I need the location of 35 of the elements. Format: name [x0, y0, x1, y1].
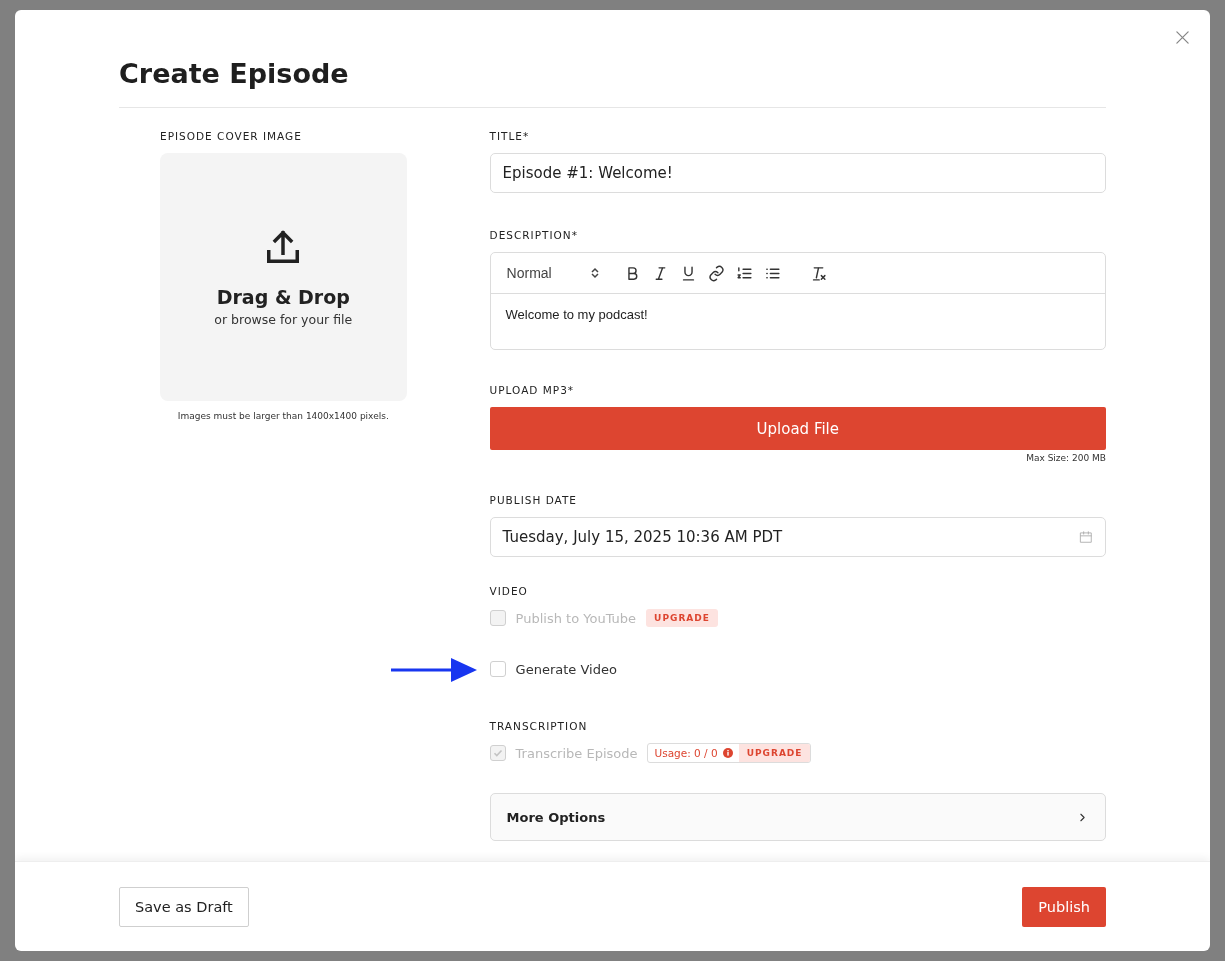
more-options-button[interactable]: More Options — [489, 793, 1106, 841]
dialog-title: Create Episode — [119, 10, 1106, 108]
save-draft-button[interactable]: Save as Draft — [119, 886, 249, 927]
drop-subtext: or browse for your file — [214, 311, 353, 327]
field-label: DESCRIPTION* — [489, 229, 579, 241]
date-field[interactable]: Tuesday, July 15, 2025 10:36 AM PDT — [489, 517, 1106, 557]
checkmark-icon — [492, 748, 503, 758]
description-editor[interactable]: Normal Welcome to my podcast! — [489, 252, 1106, 350]
field-label: PUBLISH DATE — [489, 494, 578, 506]
checkbox-label: Transcribe Episode — [515, 745, 638, 761]
checkbox[interactable] — [489, 661, 506, 677]
section-label: TRANSCRIPTION — [489, 720, 589, 732]
calendar-icon — [1079, 530, 1093, 544]
drop-heading: Drag & Drop — [216, 285, 350, 308]
link-icon — [707, 264, 725, 282]
field-label: TITLE* — [489, 130, 531, 142]
field-label: UPLOAD MP3* — [489, 384, 576, 396]
field-label: EPISODE COVER IMAGE — [160, 130, 303, 142]
usage-text: Usage: 0 / 0 — [648, 747, 739, 759]
image-size-note: Images must be larger than 1400x1400 pixels. — [176, 411, 390, 421]
section-label: VIDEO — [489, 585, 529, 597]
description-text: Welcome to my podcast! — [504, 306, 649, 324]
publish-button[interactable]: Publish — [1022, 886, 1106, 927]
format-select[interactable]: Normal — [506, 265, 599, 281]
image-drop-zone[interactable]: Drag & Drop or browse for your file — [160, 153, 407, 401]
checkbox-label: Publish to YouTube — [515, 610, 637, 626]
info-icon — [722, 748, 733, 758]
sort-icon — [590, 267, 599, 279]
checkbox-label: Generate Video — [515, 661, 617, 677]
close-icon — [1175, 30, 1190, 45]
upload-button[interactable]: Upload File — [489, 407, 1106, 450]
close-button[interactable] — [1173, 28, 1192, 47]
title-field[interactable]: Episode #1: Welcome! — [489, 153, 1106, 193]
link-button[interactable] — [707, 264, 725, 282]
max-size-note: Max Size: 200 MB — [1025, 453, 1106, 463]
